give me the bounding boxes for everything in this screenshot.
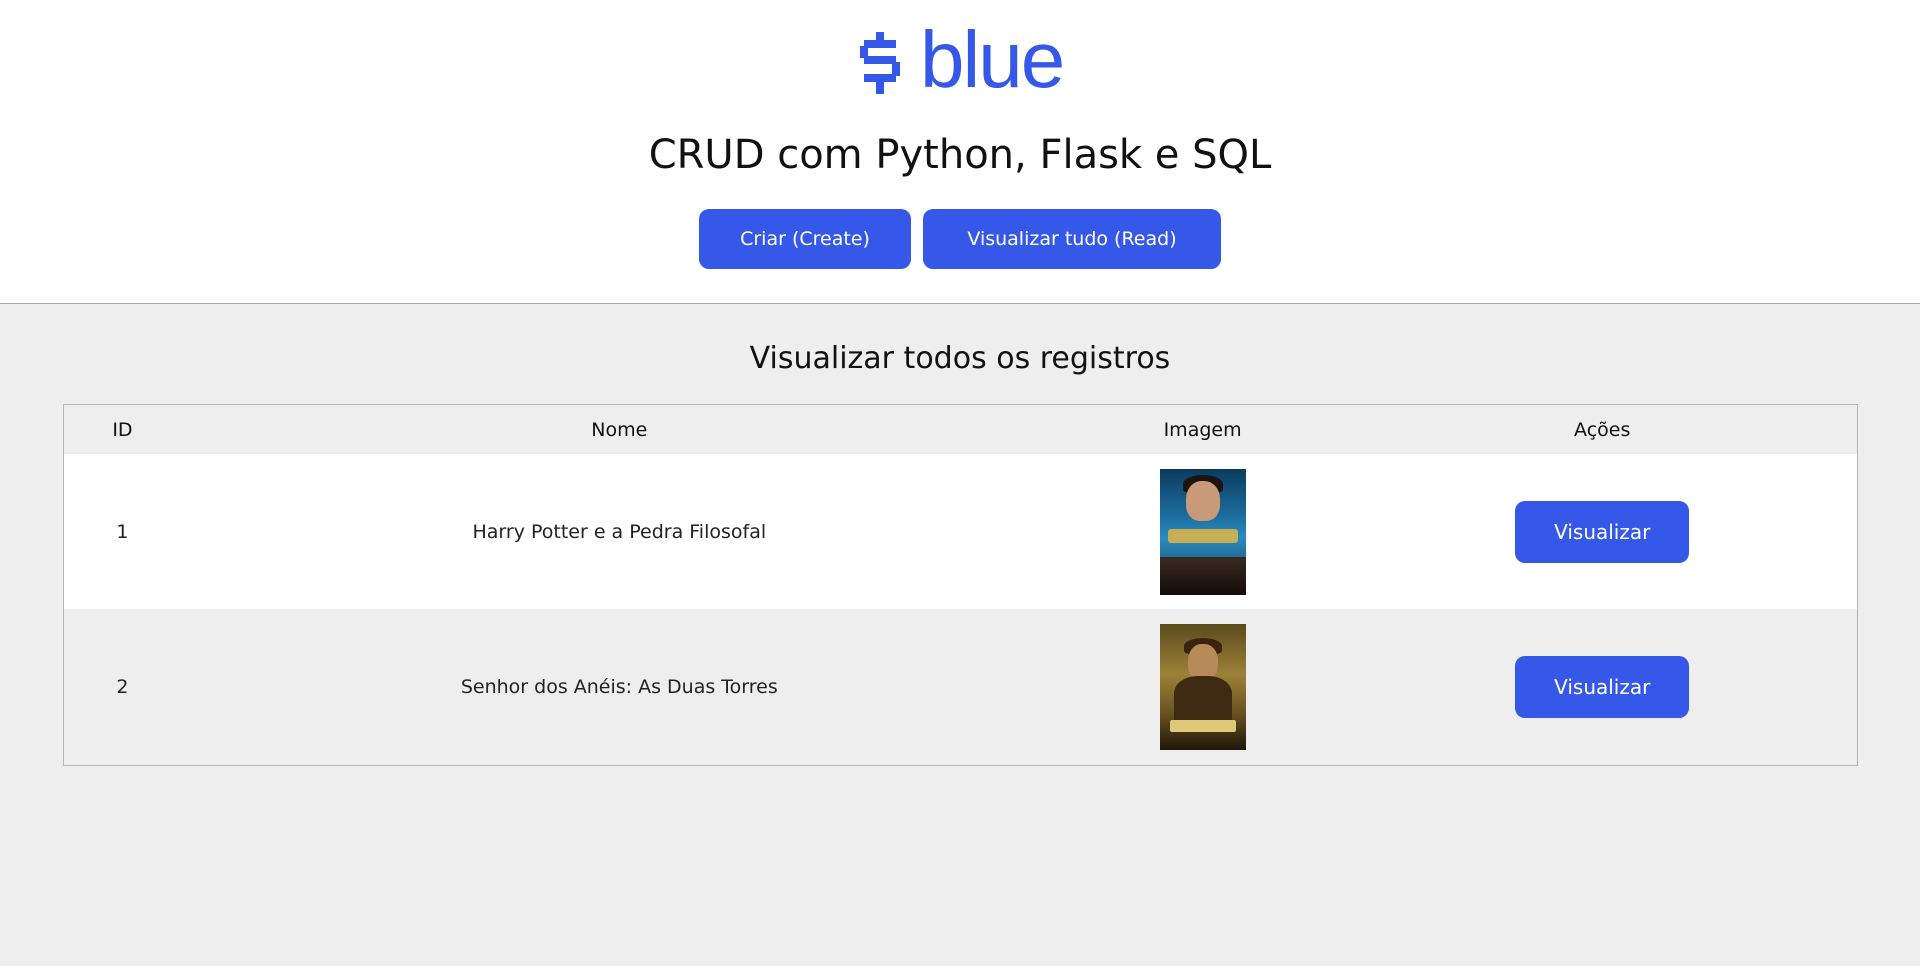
column-header-imagem: Imagem [1163, 418, 1242, 441]
poster-figures [1159, 556, 1246, 595]
cell-id: 2 [116, 675, 129, 698]
poster-face [1187, 643, 1218, 680]
column-header-nome: Nome [591, 418, 648, 441]
harry-potter-chamber-poster [1159, 623, 1246, 750]
cell-nome: Harry Potter e a Pedra Filosofal [472, 520, 767, 543]
records-table: ID Nome Imagem Ações 1 Harry Potter e a … [64, 405, 1857, 764]
header-actions: Criar (Create) Visualizar tudo (Read) [0, 209, 1920, 269]
page: blue CRUD com Python, Flask e SQL Criar … [0, 0, 1920, 966]
dollar-icon [858, 32, 902, 96]
cell-imagem [1058, 454, 1348, 609]
poster-title-logo [1169, 719, 1236, 732]
create-button[interactable]: Criar (Create) [699, 209, 911, 269]
read-all-button[interactable]: Visualizar tudo (Read) [923, 209, 1221, 269]
cell-acoes: Visualizar [1347, 609, 1857, 764]
cell-id: 1 [116, 520, 129, 543]
harry-potter-poster [1159, 468, 1246, 595]
column-header-id: ID [112, 418, 133, 441]
table-row: 2 Senhor dos Anéis: As Duas Torres Visua… [64, 609, 1857, 764]
content-area: Visualizar todos os registros ID Nome Im… [0, 305, 1920, 966]
table-header-row: ID Nome Imagem Ações [64, 405, 1857, 454]
section-title: Visualizar todos os registros [749, 341, 1171, 376]
view-button[interactable]: Visualizar [1515, 500, 1690, 563]
poster-cloak [1173, 675, 1232, 720]
logo-text: blue [920, 15, 1065, 104]
table-header: ID Nome Imagem Ações [64, 405, 1857, 454]
page-title: CRUD com Python, Flask e SQL [648, 132, 1272, 178]
view-button[interactable]: Visualizar [1515, 655, 1690, 718]
column-header-acoes: Ações [1574, 418, 1631, 441]
table-row: 1 Harry Potter e a Pedra Filosofal Visua… [64, 454, 1857, 609]
blue-logo[interactable]: blue [858, 20, 1078, 102]
poster-title-logo [1167, 528, 1238, 543]
cell-imagem [1058, 609, 1348, 764]
cell-acoes: Visualizar [1347, 454, 1857, 609]
top-header: blue CRUD com Python, Flask e SQL Criar … [0, 0, 1920, 304]
records-table-container: ID Nome Imagem Ações 1 Harry Potter e a … [63, 404, 1858, 766]
poster-face [1185, 480, 1220, 521]
cell-nome: Senhor dos Anéis: As Duas Torres [460, 675, 778, 698]
table-body: 1 Harry Potter e a Pedra Filosofal Visua… [64, 454, 1857, 764]
